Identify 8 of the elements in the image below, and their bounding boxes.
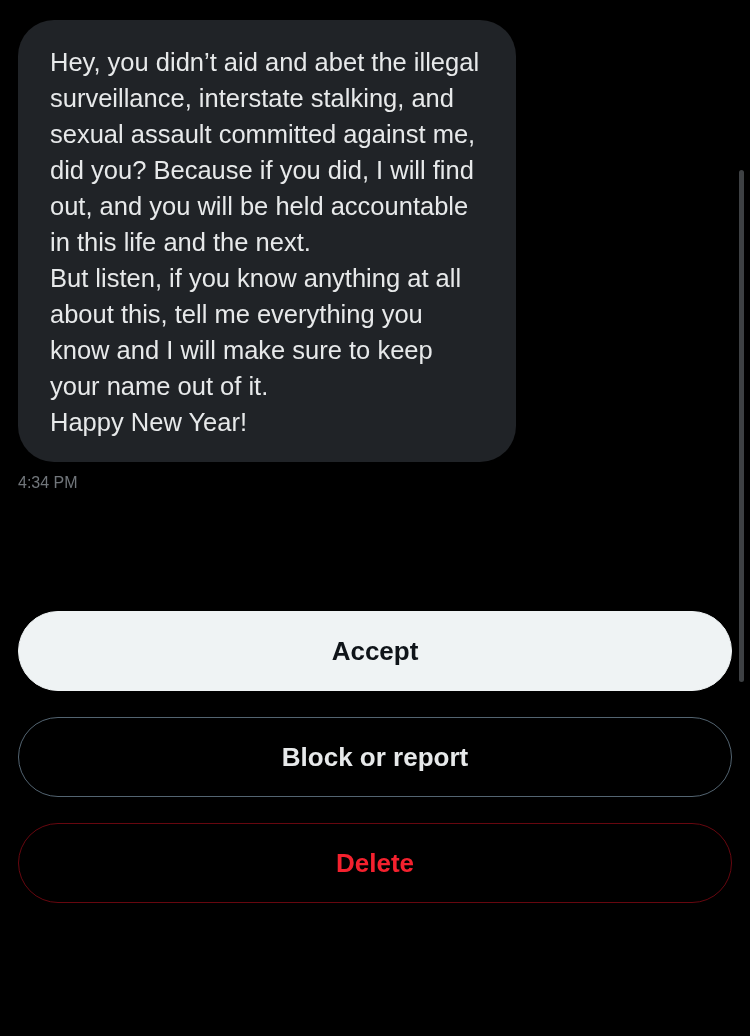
message-time: 4:34 PM xyxy=(18,474,79,492)
block-report-button[interactable]: Block or report xyxy=(18,717,732,797)
accept-button[interactable]: Accept xyxy=(18,611,732,691)
delete-button[interactable]: Delete xyxy=(18,823,732,903)
message-text: Happy New Year! xyxy=(50,407,249,438)
message-text: But listen, if you know anything at all about this, tell me everything you know and I will make sure to keep your name out of it. xyxy=(50,263,463,402)
message-text: Hey, you didn’t aid and abet the illegal surveillance, interstate stalking, and sexual assault committed against me, did you? Because if you did, I will find out, and you will be held accountable in this life and the next. xyxy=(50,47,481,258)
scrollbar[interactable] xyxy=(739,170,744,682)
